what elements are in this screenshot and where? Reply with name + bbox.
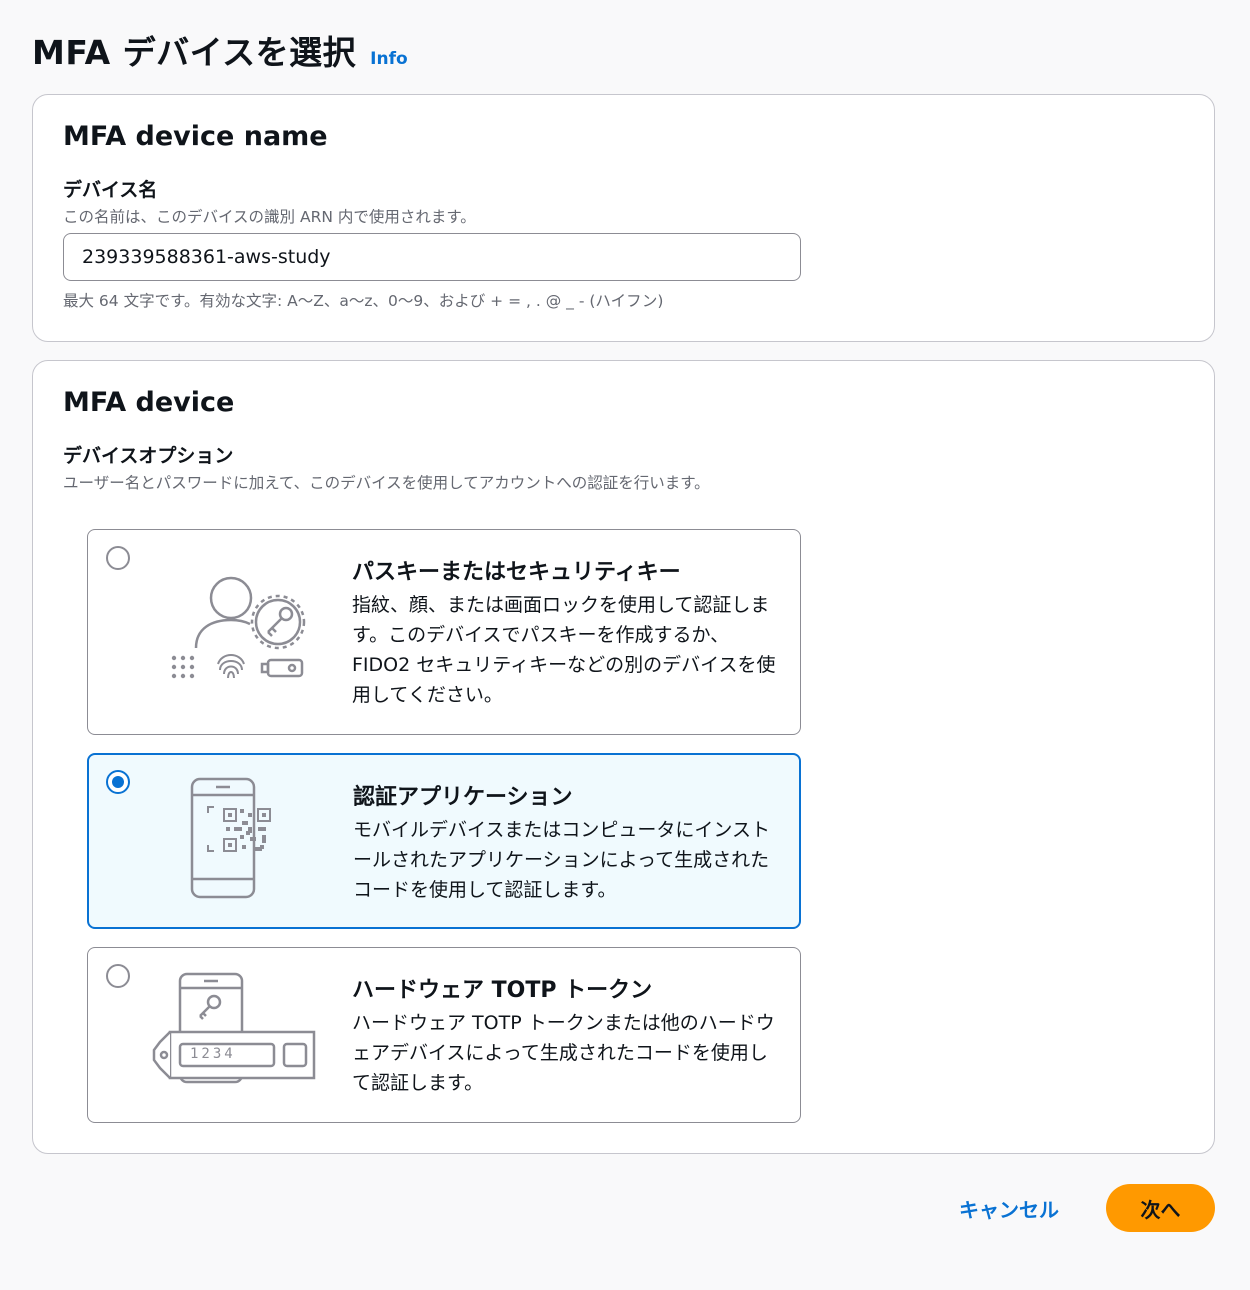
cancel-button[interactable]: キャンセル bbox=[944, 1184, 1074, 1232]
radio-hardware-token[interactable] bbox=[106, 964, 130, 988]
option-hardware-token-description: ハードウェア TOTP トークンまたは他のハードウェアデバイスによって生成された… bbox=[352, 1012, 775, 1094]
device-heading: MFA device bbox=[63, 387, 235, 418]
option-passkey[interactable]: パスキーまたはセキュリティキー 指紋、顔、または画面ロックを使用して認証します。… bbox=[87, 529, 801, 735]
radio-authenticator-app[interactable] bbox=[106, 770, 130, 794]
device-option-description: ユーザー名とパスワードに加えて、このデバイスを使用してアカウントへの認証を行いま… bbox=[63, 474, 710, 492]
device-option-panel: MFA device デバイスオプション ユーザー名とパスワードに加えて、このデ… bbox=[32, 360, 1215, 1154]
info-link[interactable]: Info bbox=[370, 49, 408, 69]
option-authenticator-app-description: モバイルデバイスまたはコンピュータにインストールされたアプリケーションによって生… bbox=[353, 819, 771, 901]
authenticator-app-icon bbox=[190, 777, 271, 899]
device-name-label: デバイス名 bbox=[63, 179, 158, 201]
device-name-heading: MFA device name bbox=[63, 121, 328, 152]
device-name-constraint: 最大 64 文字です。有効な文字: A〜Z、a〜z、0〜9、および + = , … bbox=[63, 292, 664, 310]
option-authenticator-app-title: 認証アプリケーション bbox=[353, 785, 573, 810]
page-title: MFA デバイスを選択 bbox=[32, 33, 357, 72]
option-hardware-token-title: ハードウェア TOTP トークン bbox=[352, 978, 653, 1003]
device-option-label: デバイスオプション bbox=[63, 445, 234, 467]
radio-passkey[interactable] bbox=[106, 546, 130, 570]
option-passkey-title: パスキーまたはセキュリティキー bbox=[352, 560, 681, 585]
option-authenticator-app[interactable]: 認証アプリケーション モバイルデバイスまたはコンピュータにインストールされたアプ… bbox=[87, 753, 801, 929]
page-header: MFA デバイスを選択 Info bbox=[32, 26, 408, 74]
device-name-input[interactable] bbox=[63, 233, 801, 281]
device-name-description: この名前は、このデバイスの識別 ARN 内で使用されます。 bbox=[63, 208, 476, 226]
option-passkey-description: 指紋、顔、または画面ロックを使用して認証します。このデバイスでパスキーを作成する… bbox=[352, 594, 776, 706]
next-button[interactable]: 次へ bbox=[1106, 1184, 1215, 1232]
device-name-panel: MFA device name デバイス名 この名前は、このデバイスの識別 AR… bbox=[32, 94, 1215, 342]
option-hardware-token[interactable]: 1234 ハードウェア TOTP トークン ハードウェア TOTP トークンまた… bbox=[87, 947, 801, 1123]
hardware-token-display: 1234 bbox=[190, 1046, 236, 1062]
hardware-token-icon bbox=[152, 972, 316, 1084]
passkey-icon bbox=[171, 576, 306, 679]
